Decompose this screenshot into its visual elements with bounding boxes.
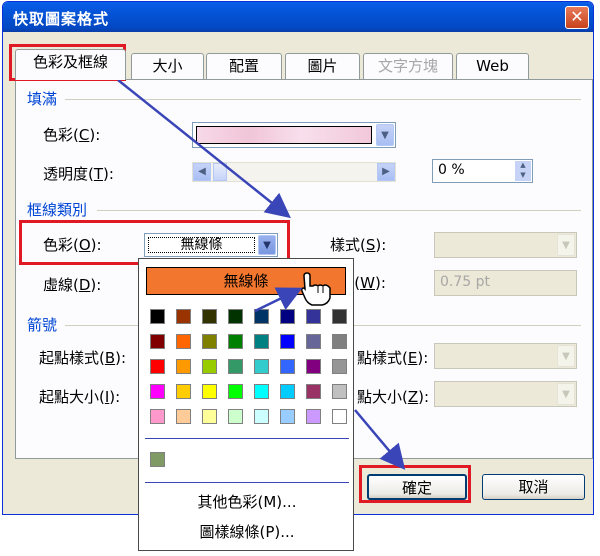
tab-colors-and-lines[interactable]: 色彩及框線 [15, 49, 126, 80]
tab-label: 色彩及框線 [32, 53, 108, 71]
arrow-to-no-line [254, 287, 303, 313]
arrow-to-ok [354, 409, 406, 470]
arrow-to-line-color [117, 79, 291, 219]
guide-arrows [117, 79, 406, 470]
